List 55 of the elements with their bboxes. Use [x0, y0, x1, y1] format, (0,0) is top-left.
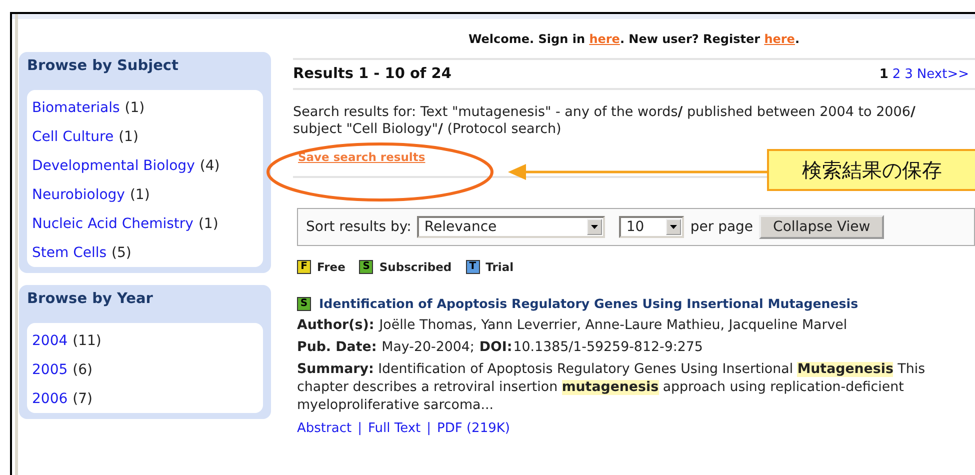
field-label: Author(s): — [297, 318, 374, 333]
category-link[interactable]: Nucleic Acid Chemistry — [32, 216, 194, 232]
date-text: May-20-2004; — [382, 340, 474, 355]
legend-label: Trial — [486, 260, 514, 274]
result-link[interactable]: PDF (219K) — [437, 421, 510, 436]
category-link[interactable]: 2005 — [32, 362, 68, 378]
category-link[interactable]: Neurobiology — [32, 187, 125, 203]
field-label: DOI: — [479, 340, 512, 355]
page-link[interactable]: 3 — [904, 66, 913, 82]
legend-label: Subscribed — [379, 260, 452, 274]
authors-text: Joëlle Thomas, Yann Leverrier, Anne-Laure Mathieu, Jacqueline Marvel — [379, 318, 848, 333]
page-link[interactable]: 1 — [879, 66, 888, 82]
access-badge: S — [359, 260, 374, 274]
item-count: (7) — [72, 391, 92, 407]
access-badge: T — [466, 260, 480, 274]
sort-label: Sort results by: — [306, 219, 412, 235]
item-count: (1) — [130, 187, 150, 203]
item-count: (1) — [124, 100, 145, 116]
result-title-link[interactable]: Identification of Apoptosis Regulatory Genes Using Insertional Mutagenesis — [319, 296, 858, 311]
category-link[interactable]: 2006 — [32, 391, 68, 407]
item-count: (4) — [200, 158, 220, 174]
category-link[interactable]: Developmental Biology — [32, 158, 195, 174]
field-label: Pub. Date: — [297, 340, 377, 355]
dropdown[interactable]: Relevance — [417, 216, 606, 238]
category-link[interactable]: Biomaterials — [32, 100, 120, 116]
caret-icon — [670, 225, 678, 229]
item-count: (5) — [112, 245, 132, 261]
category-link[interactable]: Cell Culture — [32, 129, 114, 145]
dropdown[interactable]: 10 — [619, 216, 684, 238]
result-link[interactable]: Abstract — [297, 421, 352, 436]
caret-icon — [591, 225, 598, 229]
item-count: (11) — [72, 333, 102, 349]
doi-text: 10.1385/1-59259-812-9:275 — [513, 340, 703, 355]
result-link[interactable]: Full Text — [368, 421, 421, 436]
summary-text: Summary: Identification of Apoptosis Regulatory Genes Using Insertional Mutagenesis This chapter describes a retroviral insertion mutagenesis approach using replication-deficient myeloproliferative sarcoma... — [297, 361, 926, 415]
collapse-view-button[interactable]: Collapse View — [759, 215, 884, 239]
panel-title: Browse by Subject — [27, 58, 178, 74]
next-page-link[interactable]: Next>> — [916, 66, 969, 82]
access-badge: F — [297, 260, 311, 274]
page-link[interactable]: 2 — [892, 66, 901, 82]
welcome-message: Welcome. Sign in here. New user? Register here. — [468, 32, 800, 46]
link-separator: | — [426, 421, 432, 436]
item-count: (1) — [198, 216, 218, 232]
item-count: (6) — [72, 362, 92, 378]
category-link[interactable]: Stem Cells — [32, 245, 107, 261]
legend-label: Free — [317, 260, 346, 274]
item-count: (1) — [118, 129, 138, 145]
callout-label: 検索結果の保存 — [767, 149, 975, 191]
per-page-label: per page — [690, 219, 754, 235]
results-count: Results 1 - 10 of 24 — [293, 66, 452, 82]
link-separator: | — [358, 421, 362, 436]
panel-title: Browse by Year — [27, 291, 153, 307]
search-summary: Search results for: Text "mutagenesis" - any of the words/ published between 2004 to 2006/ subject "Cell Biology"/ (Protocol search) — [293, 104, 916, 138]
access-badge: S — [297, 296, 311, 310]
category-link[interactable]: 2004 — [32, 333, 68, 349]
